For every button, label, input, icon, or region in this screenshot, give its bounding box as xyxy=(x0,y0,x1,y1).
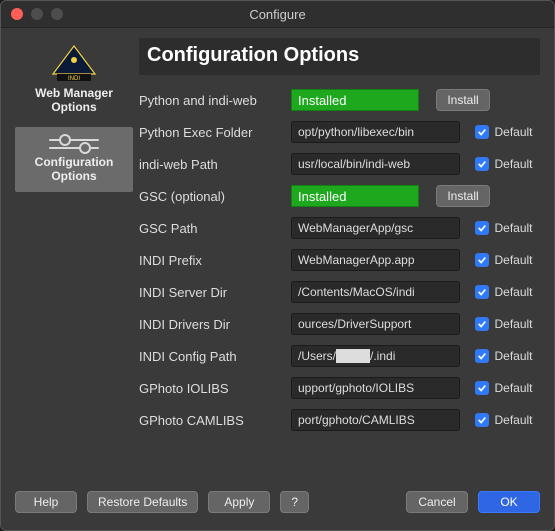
sidebar-item-configuration-options[interactable]: Configuration Options xyxy=(15,127,133,192)
sidebar-item-label: Configuration Options xyxy=(19,155,129,184)
default-label: Default xyxy=(494,157,532,171)
sidebar-item-web-manager-options[interactable]: INDI Web Manager Options xyxy=(15,38,133,123)
default-checkbox[interactable]: Default xyxy=(475,157,532,171)
path-input[interactable] xyxy=(291,121,460,143)
default-checkbox[interactable]: Default xyxy=(475,125,532,139)
config-row: INDI Config Path Default xyxy=(139,345,540,367)
titlebar: Configure xyxy=(1,1,554,28)
restore-defaults-button[interactable]: Restore Defaults xyxy=(87,491,198,513)
apply-button[interactable]: Apply xyxy=(208,491,270,513)
sidebar: INDI Web Manager Options Configuration O… xyxy=(15,38,133,474)
check-icon xyxy=(475,221,489,235)
default-label: Default xyxy=(494,285,532,299)
default-checkbox[interactable]: Default xyxy=(475,381,532,395)
default-label: Default xyxy=(494,125,532,139)
main-panel: Configuration Options Python and indi-we… xyxy=(139,38,540,474)
sidebar-item-label: Web Manager Options xyxy=(19,86,129,115)
config-row: INDI Server Dir Default xyxy=(139,281,540,303)
config-row: GPhoto CAMLIBS Default xyxy=(139,409,540,431)
config-row: INDI Prefix Default xyxy=(139,249,540,271)
svg-text:INDI: INDI xyxy=(68,76,80,82)
row-label: INDI Server Dir xyxy=(139,285,283,300)
default-checkbox[interactable]: Default xyxy=(475,253,532,267)
row-label: GPhoto CAMLIBS xyxy=(139,413,283,428)
path-input[interactable] xyxy=(291,153,460,175)
default-label: Default xyxy=(494,413,532,427)
path-input[interactable] xyxy=(291,313,460,335)
ok-button[interactable]: OK xyxy=(478,491,540,513)
check-icon xyxy=(475,285,489,299)
cancel-button[interactable]: Cancel xyxy=(406,491,468,513)
config-row: GPhoto IOLIBS Default xyxy=(139,377,540,399)
sliders-icon xyxy=(49,139,99,149)
config-row: Python and indi-web Installed Install xyxy=(139,89,540,111)
default-label: Default xyxy=(494,221,532,235)
configure-window: Configure INDI Web Manager Options xyxy=(0,0,555,531)
check-icon xyxy=(475,381,489,395)
check-icon xyxy=(475,157,489,171)
row-label: INDI Drivers Dir xyxy=(139,317,283,332)
window-title: Configure xyxy=(1,7,554,22)
row-label: GSC Path xyxy=(139,221,283,236)
path-input[interactable] xyxy=(291,345,460,367)
path-input[interactable] xyxy=(291,281,460,303)
row-label: Python and indi-web xyxy=(139,93,283,108)
help-button[interactable]: Help xyxy=(15,491,77,513)
question-button[interactable]: ? xyxy=(280,491,309,513)
install-button[interactable]: Install xyxy=(436,89,489,111)
default-label: Default xyxy=(494,381,532,395)
row-label: INDI Prefix xyxy=(139,253,283,268)
config-row: GSC (optional) Installed Install xyxy=(139,185,540,207)
row-label: GPhoto IOLIBS xyxy=(139,381,283,396)
config-row: GSC Path Default xyxy=(139,217,540,239)
check-icon xyxy=(475,253,489,267)
check-icon xyxy=(475,413,489,427)
row-label: indi-web Path xyxy=(139,157,283,172)
config-rows: Python and indi-webInstalledInstallPytho… xyxy=(139,89,540,431)
check-icon xyxy=(475,125,489,139)
install-button[interactable]: Install xyxy=(436,185,489,207)
status-badge: Installed xyxy=(291,89,419,111)
default-checkbox[interactable]: Default xyxy=(475,317,532,331)
default-checkbox[interactable]: Default xyxy=(475,349,532,363)
config-row: indi-web Path Default xyxy=(139,153,540,175)
default-checkbox[interactable]: Default xyxy=(475,413,532,427)
check-icon xyxy=(475,349,489,363)
indi-logo-icon: INDI xyxy=(51,44,97,82)
default-label: Default xyxy=(494,317,532,331)
config-row: Python Exec Folder Default xyxy=(139,121,540,143)
path-input[interactable] xyxy=(291,249,460,271)
path-input[interactable] xyxy=(291,409,460,431)
config-row: INDI Drivers Dir Default xyxy=(139,313,540,335)
footer: Help Restore Defaults Apply ? Cancel OK xyxy=(1,480,554,530)
row-label: Python Exec Folder xyxy=(139,125,283,140)
default-label: Default xyxy=(494,349,532,363)
default-label: Default xyxy=(494,253,532,267)
status-badge: Installed xyxy=(291,185,419,207)
path-input[interactable] xyxy=(291,377,460,399)
page-title: Configuration Options xyxy=(139,38,540,75)
default-checkbox[interactable]: Default xyxy=(475,285,532,299)
row-label: INDI Config Path xyxy=(139,349,283,364)
row-label: GSC (optional) xyxy=(139,189,283,204)
default-checkbox[interactable]: Default xyxy=(475,221,532,235)
path-input[interactable] xyxy=(291,217,460,239)
check-icon xyxy=(475,317,489,331)
